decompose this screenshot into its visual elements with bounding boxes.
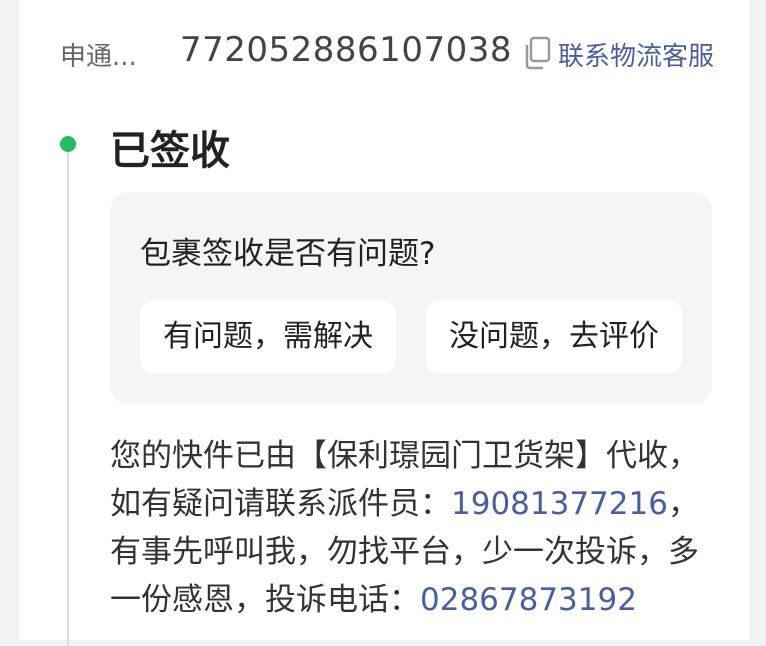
carrier-row: 申通... 772052886107038 联系物流客服 [60,24,714,80]
tracking-number: 772052886107038 [180,30,512,70]
no-problem-review-button[interactable]: 没问题，去评价 [426,300,682,374]
complaint-phone-link[interactable]: 02867873192 [420,582,637,618]
sign-issue-question-box: 包裹签收是否有问题? 有问题，需解决 没问题，去评价 [110,192,712,404]
logistics-card: 申通... 772052886107038 联系物流客服 已签收 包裹签收是否有… [20,0,750,646]
question-text: 包裹签收是否有问题? [140,236,436,272]
has-problem-button[interactable]: 有问题，需解决 [140,300,396,374]
copy-icon[interactable] [522,36,552,70]
timeline-line [67,146,69,646]
contact-courier-service-link[interactable]: 联系物流客服 [558,36,714,73]
courier-phone-link[interactable]: 19081377216 [451,486,668,522]
status-dot [60,136,76,152]
status-title: 已签收 [110,128,230,174]
carrier-name: 申通... [60,42,137,72]
delivery-detail-text: 您的快件已由【保利璟园门卫货架】代收，如有疑问请联系派件员：1908137721… [110,432,720,624]
